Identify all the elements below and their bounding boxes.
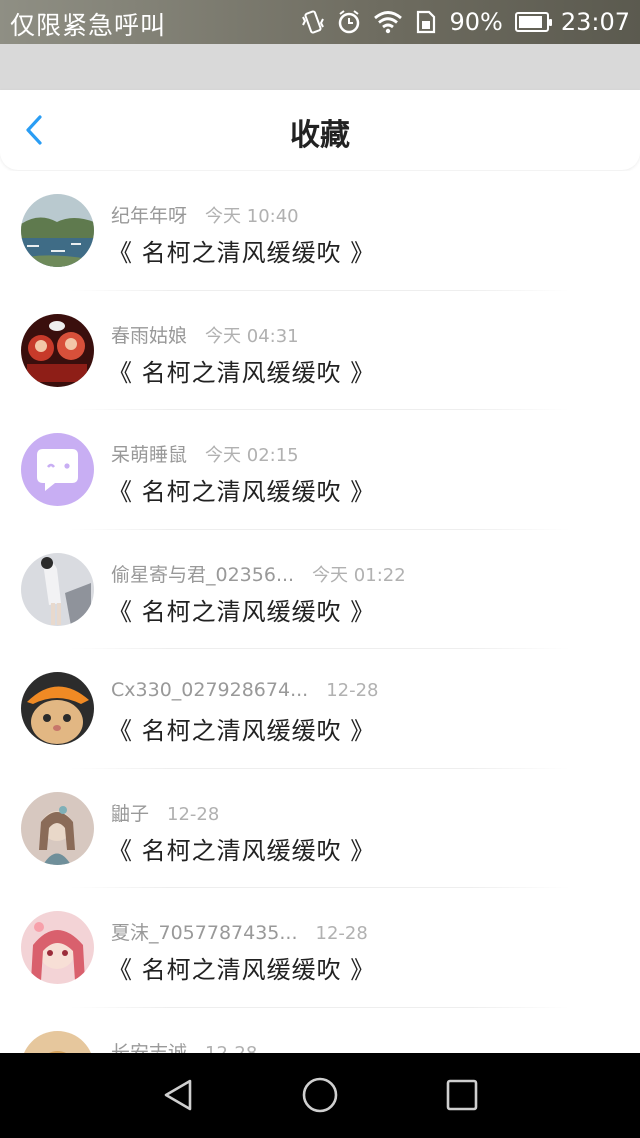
list-item[interactable]: 长安志诚 12-28 — [0, 1008, 640, 1054]
avatar[interactable] — [21, 672, 94, 745]
timestamp: 今天 01:22 — [312, 564, 406, 586]
user-name-text: 偷星寄与君_02356... — [111, 563, 295, 586]
home-circle-icon[interactable] — [300, 1075, 340, 1115]
favorite-title[interactable]: 《 名柯之清风缓缓吹 》 — [108, 592, 375, 627]
user-name-text: 长安志诚 — [111, 1041, 188, 1054]
list-item[interactable]: 夏沫_7057787435... 12-28 《 名柯之清风缓缓吹 》 — [0, 888, 640, 1008]
favorite-title[interactable]: 《 名柯之清风缓缓吹 》 — [108, 711, 375, 746]
favorite-title[interactable]: 《 名柯之清风缓缓吹 》 — [108, 831, 375, 866]
user-name-text: 春雨姑娘 — [111, 324, 188, 347]
user-name: 呆萌睡鼠 今天 02:15 — [111, 440, 299, 467]
list-item[interactable]: 春雨姑娘 今天 04:31 《 名柯之清风缓缓吹 》 — [0, 291, 640, 410]
avatar[interactable] — [21, 552, 94, 626]
battery-level — [518, 16, 543, 28]
user-name: 夏沫_7057787435... 12-28 — [111, 918, 368, 945]
recents-square-icon[interactable] — [442, 1075, 482, 1115]
timestamp: 今天 04:31 — [205, 325, 299, 347]
status-icons: 90% 23:07 — [301, 6, 630, 38]
avatar[interactable] — [21, 791, 94, 865]
list-item[interactable]: 呆萌睡鼠 今天 02:15 《 名柯之清风缓缓吹 》 — [0, 410, 640, 530]
user-name-text: 呆萌睡鼠 — [111, 444, 188, 466]
clock: 23:07 — [560, 8, 630, 36]
avatar[interactable] — [21, 1030, 94, 1053]
carrier-text: 仅限紧急呼叫 — [10, 11, 167, 40]
avatar[interactable] — [21, 433, 94, 506]
timestamp: 今天 10:40 — [205, 206, 299, 227]
page-title: 收藏 — [290, 118, 350, 153]
wifi-icon — [373, 10, 403, 34]
favorites-list: 纪年年呀 今天 10:40 《 名柯之清风缓缓吹 》春雨姑娘 今天 04:31 《 名柯… — [0, 171, 640, 1053]
list-item[interactable]: 鼬子 12-28 《 名柯之清风缓缓吹 》 — [0, 769, 640, 888]
user-name: 鼬子 12-28 — [111, 799, 219, 826]
app-header: 收藏 — [0, 90, 640, 170]
timestamp: 今天 02:15 — [205, 445, 299, 466]
timestamp: 12-28 — [315, 923, 368, 944]
user-name: Cx330_027928674... 12-28 — [111, 679, 379, 701]
timestamp: 12-28 — [326, 680, 379, 701]
favorite-title[interactable]: 《 名柯之清风缓缓吹 》 — [108, 950, 375, 985]
battery-percent: 90% — [449, 8, 503, 36]
favorite-title[interactable]: 《 名柯之清风缓缓吹 》 — [108, 353, 375, 388]
user-name-text: Cx330_027928674... — [111, 679, 309, 701]
avatar[interactable] — [21, 313, 94, 387]
alarm-icon — [337, 9, 361, 35]
user-name: 偷星寄与君_02356... 今天 01:22 — [111, 560, 406, 587]
list-item[interactable]: Cx330_027928674... 12-28 《 名柯之清风缓缓吹 》 — [0, 649, 640, 769]
avatar[interactable] — [21, 911, 94, 984]
user-name-text: 鼬子 — [111, 802, 150, 825]
vibrate-icon — [301, 9, 325, 35]
navigation-bar — [0, 1053, 640, 1138]
back-triangle-icon[interactable] — [158, 1075, 198, 1115]
favorite-title[interactable]: 《 名柯之清风缓缓吹 》 — [108, 233, 375, 268]
timestamp: 12-28 — [167, 803, 220, 825]
user-name-text: 夏沫_7057787435... — [111, 922, 298, 944]
user-name: 长安志诚 12-28 — [111, 1038, 257, 1054]
battery-icon — [514, 12, 552, 32]
user-name-text: 纪年年呀 — [111, 205, 188, 227]
list-item[interactable]: 偷星寄与君_02356... 今天 01:22 《 名柯之清风缓缓吹 》 — [0, 530, 640, 649]
list-item[interactable]: 纪年年呀 今天 10:40 《 名柯之清风缓缓吹 》 — [0, 171, 640, 291]
status-bar: 仅限紧急呼叫 90% 23:07 — [0, 0, 640, 44]
timestamp: 12-28 — [205, 1042, 258, 1054]
avatar[interactable] — [21, 194, 94, 267]
user-name: 春雨姑娘 今天 04:31 — [111, 321, 299, 348]
favorite-title[interactable]: 《 名柯之清风缓缓吹 》 — [108, 472, 375, 507]
user-name: 纪年年呀 今天 10:40 — [111, 201, 299, 228]
header-backdrop — [0, 44, 640, 92]
sim-icon — [415, 9, 437, 35]
